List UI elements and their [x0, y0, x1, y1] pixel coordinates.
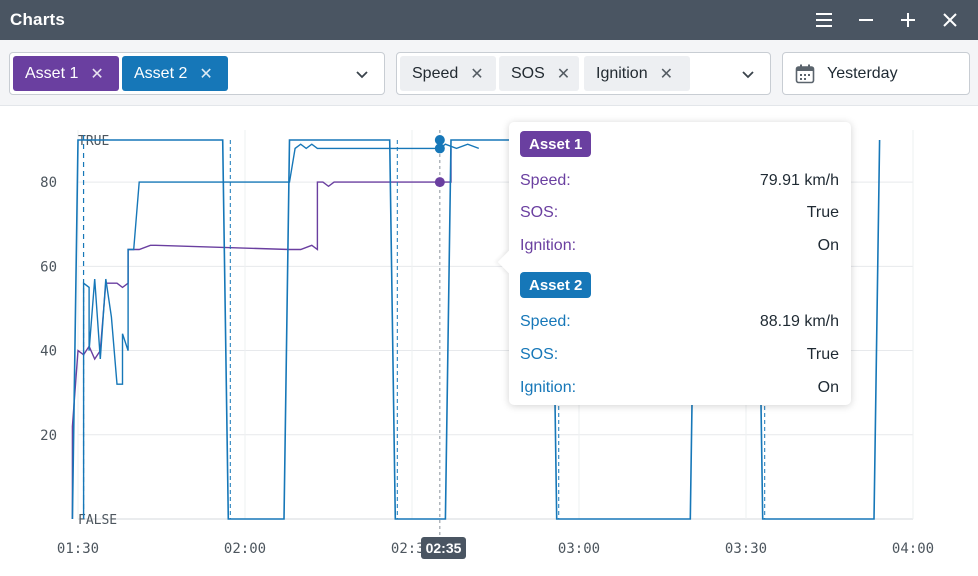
remove-chip-icon[interactable]: ✕: [470, 64, 483, 84]
title-bar: Charts: [0, 0, 978, 40]
maximize-plus-icon[interactable]: [894, 6, 922, 34]
calendar-icon: [795, 64, 815, 83]
y-tick-label: 60: [40, 259, 57, 275]
true-axis-label: TRUE: [78, 134, 109, 149]
asset-chip-label: Asset 1: [25, 64, 79, 82]
remove-chip-icon[interactable]: ✕: [557, 64, 570, 84]
tooltip-value: True: [806, 346, 839, 363]
cursor-time-badge: 02:35: [421, 537, 466, 559]
menu-icon[interactable]: [810, 6, 838, 34]
remove-chip-icon[interactable]: ✕: [199, 64, 212, 84]
tooltip-value: True: [806, 204, 839, 221]
filter-toolbar: Asset 1 ✕ Asset 2 ✕ Speed ✕ SOS ✕ Igniti…: [0, 40, 978, 106]
tooltip-label: Speed:: [520, 172, 571, 189]
asset-1-speed-point: [434, 177, 445, 188]
tooltip-row: SOS: True: [520, 202, 839, 224]
metric-chip[interactable]: Ignition ✕: [584, 56, 690, 91]
tooltip-label: SOS:: [520, 204, 559, 221]
asset-2-ignition-point: [434, 135, 445, 145]
x-tick-label: 03:00: [558, 541, 600, 557]
tooltip-asset-badge: Asset 2: [520, 272, 592, 298]
chevron-down-icon[interactable]: [354, 66, 370, 82]
speed-series-line: [82, 143, 480, 519]
tooltip-label: Ignition:: [520, 379, 577, 396]
minimize-icon[interactable]: [852, 6, 880, 34]
y-tick-label: 20: [40, 428, 57, 444]
remove-chip-icon[interactable]: ✕: [90, 64, 103, 84]
tooltip-row: Speed: 88.19 km/h: [520, 311, 839, 333]
metric-chip-label: Ignition: [596, 64, 648, 82]
asset-select[interactable]: Asset 1 ✕ Asset 2 ✕: [9, 52, 385, 95]
tooltip-label: Ignition:: [520, 237, 577, 254]
asset-chip[interactable]: Asset 2 ✕: [122, 56, 228, 91]
close-icon[interactable]: [936, 6, 964, 34]
chevron-down-icon[interactable]: [740, 66, 756, 82]
remove-chip-icon[interactable]: ✕: [660, 64, 673, 84]
tooltip-label: SOS:: [520, 346, 559, 363]
x-tick-label: 03:30: [725, 541, 767, 557]
tooltip-row: Ignition: On: [520, 377, 839, 399]
tooltip-value: 88.19 km/h: [759, 313, 839, 330]
metric-chip[interactable]: Speed ✕: [400, 56, 496, 91]
x-tick-label: 02:00: [224, 541, 266, 557]
metric-chip-label: SOS: [511, 64, 545, 82]
tooltip-value: 79.91 km/h: [759, 172, 839, 189]
tooltip-row: SOS: True: [520, 344, 839, 366]
asset-chip-label: Asset 2: [134, 64, 188, 82]
tooltip-row: Ignition: On: [520, 235, 839, 257]
date-range-picker[interactable]: Yesterday: [782, 52, 970, 95]
x-tick-label: 01:30: [57, 541, 99, 557]
asset-chip[interactable]: Asset 1 ✕: [13, 56, 119, 91]
metric-chip[interactable]: SOS ✕: [499, 56, 579, 91]
metric-select[interactable]: Speed ✕ SOS ✕ Ignition ✕: [396, 52, 771, 95]
y-tick-label: 40: [40, 344, 57, 360]
date-range-label: Yesterday: [827, 64, 898, 82]
window-title: Charts: [10, 10, 66, 29]
y-tick-label: 80: [40, 175, 57, 191]
tooltip-row: Speed: 79.91 km/h: [520, 170, 839, 192]
data-tooltip: Asset 1 Speed: 79.91 km/h SOS: True Igni…: [509, 122, 851, 405]
tooltip-label: Speed:: [520, 313, 571, 330]
tooltip-value: On: [817, 237, 839, 254]
tooltip-asset-badge: Asset 1: [520, 131, 592, 157]
tooltip-value: On: [817, 379, 839, 396]
x-tick-label: 04:00: [892, 541, 934, 557]
metric-chip-label: Speed: [412, 64, 459, 82]
